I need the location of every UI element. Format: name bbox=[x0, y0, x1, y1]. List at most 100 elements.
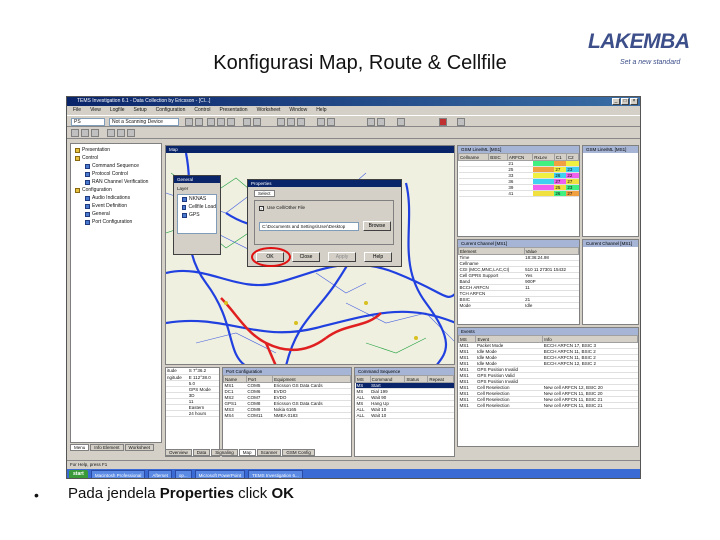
prev-icon[interactable] bbox=[277, 118, 285, 126]
gps-row[interactable]: 24 hours bbox=[166, 410, 219, 417]
menu-item[interactable]: View bbox=[90, 106, 101, 115]
minimize-icon[interactable]: _ bbox=[612, 98, 620, 105]
save-icon[interactable] bbox=[253, 118, 261, 126]
port-combo[interactable]: PS bbox=[71, 118, 105, 126]
new-icon[interactable] bbox=[71, 129, 79, 137]
menu-item[interactable]: Configuration bbox=[156, 106, 186, 115]
port-config-column-header[interactable]: Equipment bbox=[272, 375, 351, 383]
start-button[interactable]: start bbox=[69, 470, 88, 478]
record-icon[interactable] bbox=[207, 118, 215, 126]
use-cellfile-checkbox[interactable]: ✓ bbox=[259, 206, 264, 211]
tree-item[interactable]: General bbox=[71, 210, 161, 218]
next-icon[interactable] bbox=[287, 118, 295, 126]
menu-item[interactable]: Help bbox=[316, 106, 326, 115]
layer-item[interactable]: NKNAS bbox=[178, 195, 216, 203]
browse-button[interactable]: Browse bbox=[363, 221, 391, 231]
tab-select[interactable]: Select bbox=[254, 190, 275, 197]
layer-list[interactable]: NKNAS Cellfile Load GPS bbox=[177, 194, 217, 234]
current-channel-row[interactable]: Mode Idle bbox=[458, 302, 579, 309]
gsm-line-column-header[interactable]: Cellname bbox=[458, 153, 490, 161]
port-config-column-header[interactable]: Name bbox=[223, 375, 247, 383]
current-channel-column-header[interactable]: Element bbox=[458, 247, 525, 255]
play-icon[interactable] bbox=[297, 118, 305, 126]
print-icon[interactable] bbox=[91, 129, 99, 137]
layer-item[interactable]: Cellfile Load bbox=[178, 203, 216, 211]
maximize-icon[interactable]: □ bbox=[621, 98, 629, 105]
tree-item[interactable]: Presentation bbox=[71, 146, 161, 154]
events-column-header[interactable]: MS bbox=[458, 335, 477, 343]
port-config-column-header[interactable]: Port bbox=[245, 375, 274, 383]
navigator-tab[interactable]: Info Element bbox=[90, 444, 124, 451]
gsm-line-column-header[interactable]: RxLev bbox=[532, 153, 555, 161]
gsm-line-column-header[interactable]: ARFCN bbox=[506, 153, 534, 161]
menu-item[interactable]: Worksheet bbox=[257, 106, 281, 115]
tree-item[interactable]: RAN Channel Verification bbox=[71, 178, 161, 186]
taskbar-task[interactable]: Macintosh Professional bbox=[90, 470, 146, 478]
gsm-line-column-header[interactable]: BSIC bbox=[488, 153, 508, 161]
zoom-out-icon[interactable] bbox=[327, 118, 335, 126]
worksheet-tab[interactable]: Data bbox=[192, 449, 211, 456]
port-config-row[interactable]: MS4 COM11 NMEA 0183 bbox=[223, 412, 351, 419]
help-icon[interactable] bbox=[457, 118, 465, 126]
worksheet-tab[interactable]: Scanner bbox=[256, 449, 282, 456]
copy-icon[interactable] bbox=[117, 129, 125, 137]
events-column-header[interactable]: Event bbox=[475, 335, 544, 343]
taskbar-task[interactable]: Microsoft PowerPoint bbox=[194, 470, 246, 478]
settings-icon[interactable] bbox=[397, 118, 405, 126]
close-icon[interactable]: × bbox=[630, 98, 638, 105]
gsm-line-row[interactable]: 41 26 27 bbox=[458, 190, 579, 197]
tree-item[interactable]: Event Definition bbox=[71, 202, 161, 210]
taskbar-task[interactable]: TEMS Investigation 6... bbox=[248, 470, 303, 478]
open-icon[interactable] bbox=[243, 118, 251, 126]
tree-item[interactable]: Control bbox=[71, 154, 161, 162]
layer-item[interactable]: GPS bbox=[178, 211, 216, 219]
connect-icon[interactable] bbox=[185, 118, 193, 126]
log-stop-icon[interactable] bbox=[377, 118, 385, 126]
cut-icon[interactable] bbox=[107, 129, 115, 137]
events-column-header[interactable]: Info bbox=[542, 335, 638, 343]
menu-item[interactable]: File bbox=[73, 106, 81, 115]
tree-item[interactable]: Port Configuration bbox=[71, 218, 161, 226]
menu-item[interactable]: Setup bbox=[134, 106, 147, 115]
log-start-icon[interactable] bbox=[367, 118, 375, 126]
tree-item[interactable]: Configuration bbox=[71, 186, 161, 194]
menu-item[interactable]: Presentation bbox=[220, 106, 248, 115]
worksheet-tab[interactable]: GSM Config bbox=[282, 449, 315, 456]
disconnect-icon[interactable] bbox=[195, 118, 203, 126]
tree-item-label: Command Sequence bbox=[92, 163, 139, 169]
command-sequence-column-header[interactable]: Status bbox=[404, 375, 429, 383]
tree-item[interactable]: Command Sequence bbox=[71, 162, 161, 170]
command-sequence-column-header[interactable]: MS bbox=[355, 375, 371, 383]
stop-icon[interactable] bbox=[217, 118, 225, 126]
command-sequence-column-header[interactable]: Repeat bbox=[427, 375, 454, 383]
command-sequence-column-header[interactable]: Command bbox=[369, 375, 406, 383]
worksheet-tab[interactable]: Signaling bbox=[211, 449, 238, 456]
worksheet-tab[interactable]: Map bbox=[238, 449, 256, 456]
taskbar-task[interactable]: op... bbox=[174, 470, 192, 478]
command-sequence-row[interactable]: ALL Wait 10 bbox=[355, 412, 454, 419]
current-channel-column-header[interactable]: Value bbox=[523, 247, 579, 255]
menu-item[interactable]: Window bbox=[289, 106, 307, 115]
help-button[interactable]: Help bbox=[364, 252, 392, 262]
gsm-line-column-header[interactable]: C1 bbox=[553, 153, 567, 161]
gsm-line-column-header[interactable]: C2 bbox=[565, 153, 579, 161]
zoom-in-icon[interactable] bbox=[317, 118, 325, 126]
record-red-icon[interactable] bbox=[439, 118, 447, 126]
open-file-icon[interactable] bbox=[81, 129, 89, 137]
tree-item[interactable]: Protocol Control bbox=[71, 170, 161, 178]
current-channel-panel: Current Channel [MS1] Element Value Time 18… bbox=[457, 239, 580, 325]
menu-item[interactable]: Logfile bbox=[110, 106, 125, 115]
worksheet-tab[interactable]: Overview bbox=[165, 449, 192, 456]
apply-button[interactable]: Apply bbox=[328, 252, 356, 262]
cellfile-path-input[interactable]: C:\Documents and Settings\User\Desktop bbox=[259, 222, 359, 231]
events-row[interactable]: MS1 Cell Reselection New cell ARFCN 11, BS… bbox=[458, 402, 638, 409]
menu-item[interactable]: Control bbox=[194, 106, 210, 115]
paste-icon[interactable] bbox=[127, 129, 135, 137]
device-combo[interactable]: Not a Scanning Device bbox=[109, 118, 179, 126]
close-button[interactable]: Close bbox=[292, 252, 320, 262]
tree-item[interactable]: Audio Indications bbox=[71, 194, 161, 202]
navigator-tab[interactable]: Menu bbox=[70, 444, 90, 451]
navigator-tab[interactable]: Worksheet bbox=[124, 444, 154, 451]
taskbar-task[interactable]: Afterset bbox=[148, 470, 172, 478]
pause-icon[interactable] bbox=[227, 118, 235, 126]
